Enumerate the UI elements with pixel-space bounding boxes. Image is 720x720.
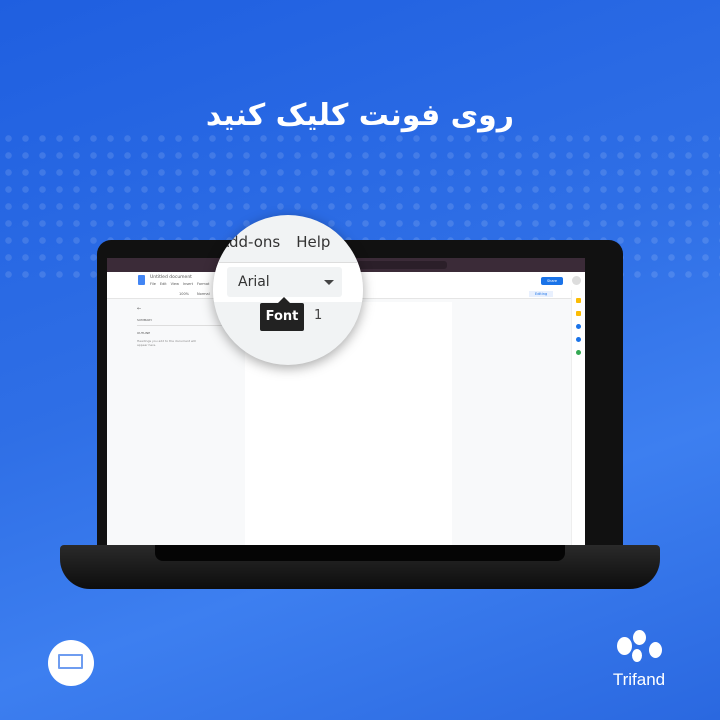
share-button[interactable]: Share xyxy=(541,277,563,285)
menu-bar: File Edit View Insert Format xyxy=(150,282,209,286)
menu-view[interactable]: View xyxy=(171,282,179,286)
headline: روی فونت کلیک کنید xyxy=(205,98,515,133)
laptop-icon xyxy=(58,654,83,669)
menu-format[interactable]: Format xyxy=(197,282,209,286)
menu-insert[interactable]: Insert xyxy=(183,282,193,286)
menu-file[interactable]: File xyxy=(150,282,156,286)
outline-sidebar: ← SUMMARY OUTLINE Headings you add to th… xyxy=(133,302,245,545)
menu-edit[interactable]: Edit xyxy=(160,282,167,286)
doc-title[interactable]: Untitled document xyxy=(150,275,192,280)
tasks-icon[interactable] xyxy=(576,324,581,329)
laptop-base xyxy=(60,545,660,589)
docs-logo-icon xyxy=(138,275,145,285)
avatar[interactable] xyxy=(572,276,581,285)
editing-mode-button[interactable]: Editing xyxy=(529,291,554,297)
menu-help[interactable]: Help xyxy=(296,233,330,251)
ruler-number: 1 xyxy=(314,308,323,323)
chevron-down-icon xyxy=(324,280,334,285)
menu-addons[interactable]: Add-ons xyxy=(219,233,280,251)
outline-hint: Headings you add to the document will ap… xyxy=(137,339,196,347)
font-select[interactable]: Arial xyxy=(227,267,342,297)
style-select[interactable]: Normal xyxy=(197,292,210,296)
font-tooltip: Font xyxy=(260,297,304,331)
side-panel xyxy=(571,290,585,545)
maps-icon[interactable] xyxy=(576,350,581,355)
zoom-select[interactable]: 100% xyxy=(179,292,189,296)
contacts-icon[interactable] xyxy=(576,337,581,342)
calendar-icon[interactable] xyxy=(576,298,581,303)
keep-icon[interactable] xyxy=(576,311,581,316)
font-value: Arial xyxy=(238,274,270,290)
magnified-menu: Add-ons Help xyxy=(219,233,346,251)
brand-name: Trifand xyxy=(612,670,666,689)
magnifier: Add-ons Help Arial Font 1 xyxy=(213,215,363,365)
laptop-badge xyxy=(48,640,94,686)
stage: روی فونت کلیک کنید docs.google.com Untit… xyxy=(0,0,720,720)
